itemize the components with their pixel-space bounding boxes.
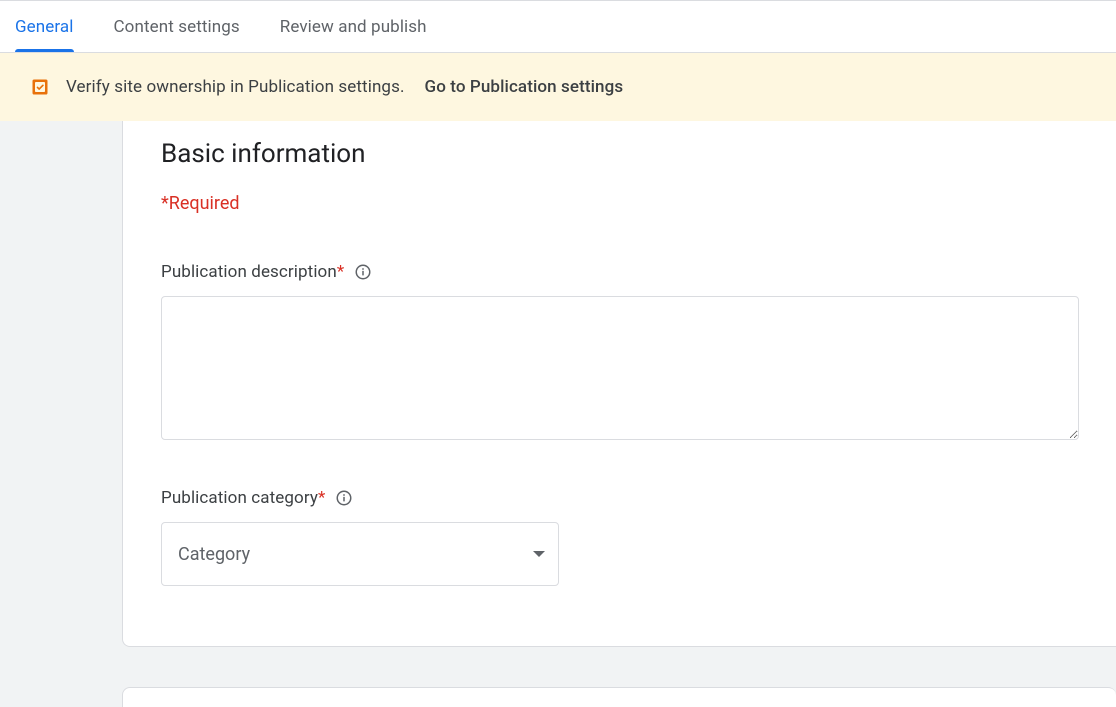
- category-select[interactable]: Category: [161, 522, 559, 586]
- checkbox-warning-icon: [30, 77, 50, 97]
- category-select-wrapper: Category: [161, 522, 559, 586]
- tab-general[interactable]: General: [15, 1, 74, 52]
- description-textarea[interactable]: [161, 296, 1079, 440]
- category-field-group: Publication category* Category: [161, 488, 1078, 586]
- description-label: Publication description*: [161, 262, 344, 282]
- description-label-row: Publication description*: [161, 262, 1078, 282]
- required-note: *Required: [161, 193, 1078, 214]
- category-label-row: Publication category*: [161, 488, 1078, 508]
- section-title: Basic information: [161, 139, 1078, 169]
- info-icon[interactable]: [335, 489, 353, 507]
- tab-review-publish[interactable]: Review and publish: [280, 1, 427, 52]
- notice-text: Verify site ownership in Publication set…: [66, 77, 405, 97]
- basic-info-card: Basic information *Required Publication …: [122, 121, 1116, 647]
- notice-bar: Verify site ownership in Publication set…: [0, 53, 1116, 121]
- info-icon[interactable]: [354, 263, 372, 281]
- notice-link[interactable]: Go to Publication settings: [425, 77, 624, 97]
- content-area: Basic information *Required Publication …: [0, 121, 1116, 707]
- description-field-group: Publication description*: [161, 262, 1078, 444]
- tabs-bar: General Content settings Review and publ…: [0, 0, 1116, 53]
- tab-content-settings[interactable]: Content settings: [114, 1, 240, 52]
- category-label: Publication category*: [161, 488, 325, 508]
- next-card-top: [122, 687, 1116, 707]
